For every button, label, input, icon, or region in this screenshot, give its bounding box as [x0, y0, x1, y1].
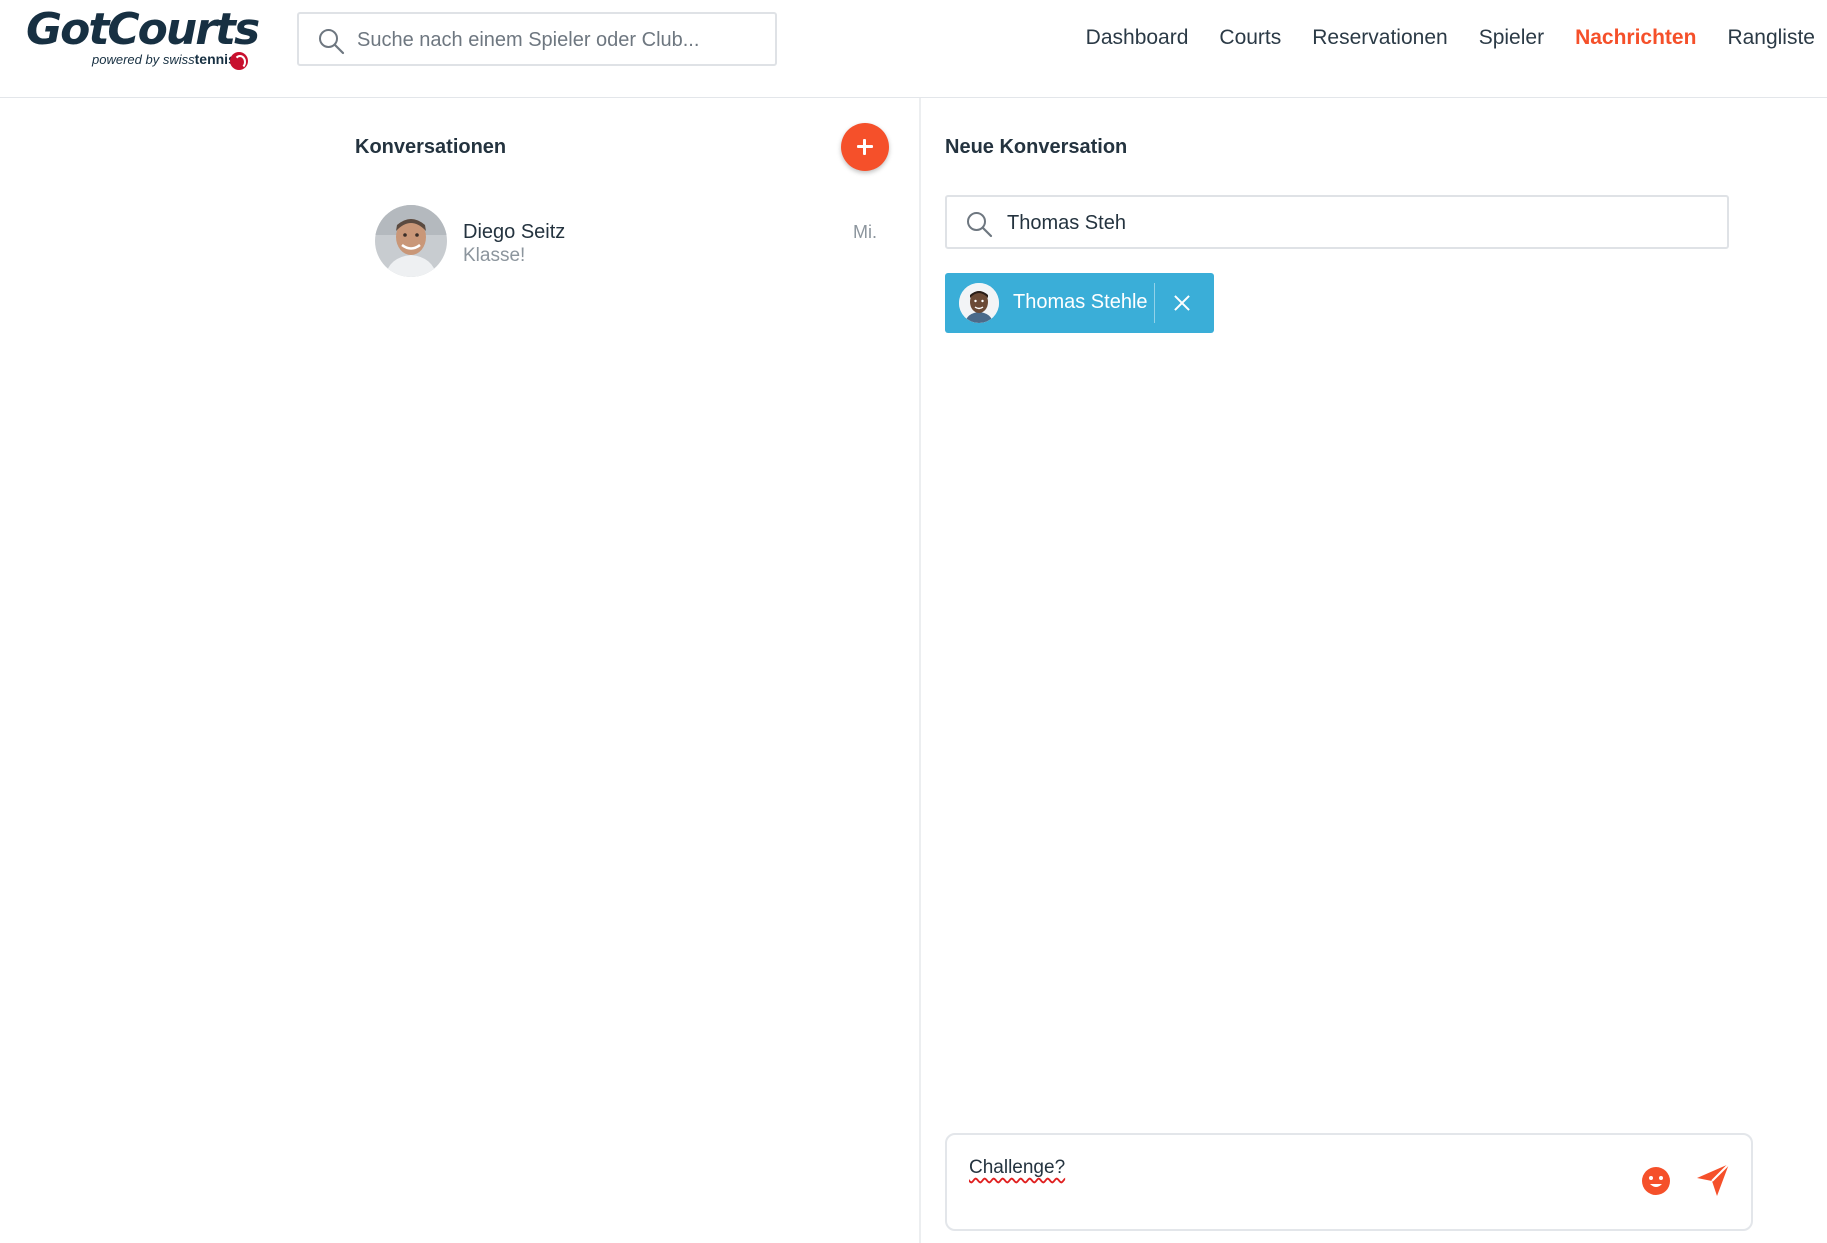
new-conversation-button[interactable]: [841, 123, 889, 171]
avatar-photo: [375, 205, 447, 277]
conversation-item[interactable]: Diego Seitz Klasse! Mi.: [375, 205, 885, 285]
nav-spieler[interactable]: Spieler: [1479, 26, 1544, 50]
avatar: [959, 283, 999, 323]
panel-divider: [919, 98, 921, 1243]
avatar: [375, 205, 447, 277]
nav-nachrichten[interactable]: Nachrichten: [1575, 26, 1696, 50]
swisstennis-ball-icon: [230, 52, 248, 70]
message-composer: Challenge?: [945, 1133, 1753, 1231]
close-icon[interactable]: [1167, 288, 1197, 318]
main-nav: Dashboard Courts Reservationen Spieler N…: [1086, 26, 1815, 50]
global-search[interactable]: [297, 12, 777, 66]
nav-dashboard[interactable]: Dashboard: [1086, 26, 1189, 50]
recipient-search[interactable]: [945, 195, 1729, 249]
top-header: GotCourts powered by swisstennis Dashboa…: [0, 0, 1827, 98]
nav-courts[interactable]: Courts: [1219, 26, 1281, 50]
global-search-input[interactable]: [357, 22, 757, 58]
search-icon: [967, 212, 993, 238]
recipient-chip[interactable]: Thomas Stehle: [945, 273, 1214, 333]
send-icon[interactable]: [1695, 1162, 1731, 1198]
logo-powered-by-text: powered by: [92, 52, 160, 67]
conversation-last-message: Klasse!: [463, 245, 526, 266]
conversation-date: Mi.: [853, 222, 877, 242]
recipient-chip-name: Thomas Stehle: [1013, 291, 1148, 313]
search-icon: [319, 29, 345, 55]
chip-separator: [1154, 283, 1155, 323]
logo-powered-by: powered by swisstennis: [92, 51, 236, 67]
recipient-search-input[interactable]: [1007, 205, 1707, 241]
gotcourts-logo[interactable]: GotCourts powered by swisstennis: [26, 4, 260, 74]
logo-partner-light: swiss: [162, 52, 195, 67]
emoji-icon[interactable]: [1640, 1165, 1672, 1197]
conversation-name: Diego Seitz: [463, 221, 566, 243]
conversations-title: Konversationen: [355, 136, 507, 158]
logo-wordmark: GotCourts: [26, 4, 260, 55]
avatar-illustration: [959, 283, 999, 323]
message-input[interactable]: Challenge?: [969, 1157, 1609, 1197]
new-conversation-title: Neue Konversation: [945, 136, 1128, 158]
nav-rangliste[interactable]: Rangliste: [1727, 26, 1815, 50]
nav-reservationen[interactable]: Reservationen: [1312, 26, 1447, 50]
